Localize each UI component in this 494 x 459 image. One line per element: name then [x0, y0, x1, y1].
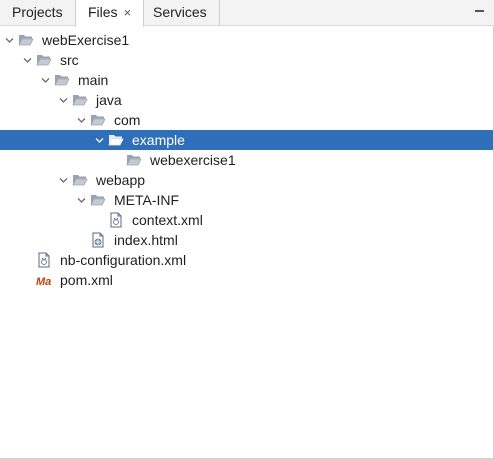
- tree-row[interactable]: Ma pom.xml: [0, 270, 494, 290]
- chevron-down-icon[interactable]: [77, 196, 86, 204]
- chevron-down-icon[interactable]: [41, 76, 50, 84]
- chevron-down-icon[interactable]: [59, 176, 68, 184]
- maven-file-icon: Ma: [36, 272, 52, 288]
- tree-item-label: example: [132, 132, 185, 148]
- tree-row[interactable]: webExercise1: [0, 30, 494, 50]
- chevron-down-icon[interactable]: [5, 36, 14, 44]
- chevron-down-icon[interactable]: [59, 96, 68, 104]
- minimize-icon[interactable]: [475, 10, 484, 12]
- tree-item-label: java: [96, 92, 122, 108]
- tree-row[interactable]: webexercise1: [0, 150, 494, 170]
- chevron-down-icon[interactable]: [23, 56, 32, 64]
- folder-open-icon: [18, 32, 34, 48]
- tree-row[interactable]: src: [0, 50, 494, 70]
- tab-services[interactable]: Services: [141, 0, 220, 26]
- tree-item-label: src: [60, 52, 79, 68]
- tree-item-label: pom.xml: [60, 272, 113, 288]
- tree-item-label: nb-configuration.xml: [60, 252, 187, 268]
- explorer-tab-bar: Projects Files × Services: [0, 0, 494, 27]
- tree-item-label: webapp: [96, 172, 146, 188]
- tree-item-label: webexercise1: [150, 152, 236, 168]
- tree-row[interactable]: java: [0, 90, 494, 110]
- folder-open-icon: [126, 152, 142, 168]
- tree-item-label: webExercise1: [42, 32, 130, 48]
- close-icon[interactable]: ×: [124, 0, 132, 25]
- tree-row[interactable]: example: [0, 130, 494, 150]
- tree-item-label: context.xml: [132, 212, 203, 228]
- tree-row[interactable]: nb-configuration.xml: [0, 250, 494, 270]
- folder-open-icon: [108, 132, 124, 148]
- tree-row[interactable]: index.html: [0, 230, 494, 250]
- tree-row[interactable]: com: [0, 110, 494, 130]
- tree-row[interactable]: META-INF: [0, 190, 494, 210]
- chevron-down-icon[interactable]: [95, 136, 104, 144]
- xml-file-icon: [36, 252, 52, 268]
- tree-item-label: main: [78, 72, 109, 88]
- tree-row[interactable]: context.xml: [0, 210, 494, 230]
- tab-projects[interactable]: Projects: [0, 0, 76, 26]
- tree-item-label: META-INF: [114, 192, 180, 208]
- tab-projects-label: Projects: [12, 4, 63, 20]
- folder-open-icon: [90, 192, 106, 208]
- xml-file-icon: [108, 212, 124, 228]
- tree-row[interactable]: main: [0, 70, 494, 90]
- svg-text:Ma: Ma: [36, 276, 51, 288]
- folder-open-icon: [36, 52, 52, 68]
- tree-item-label: com: [114, 112, 141, 128]
- tab-files[interactable]: Files ×: [75, 0, 145, 27]
- folder-open-icon: [54, 72, 70, 88]
- folder-open-icon: [72, 92, 88, 108]
- tab-services-label: Services: [153, 4, 207, 20]
- html-file-icon: [90, 232, 106, 248]
- tree-row[interactable]: webapp: [0, 170, 494, 190]
- tab-files-label: Files: [88, 4, 118, 20]
- folder-open-icon: [90, 112, 106, 128]
- chevron-down-icon[interactable]: [77, 116, 86, 124]
- folder-open-icon: [72, 172, 88, 188]
- tree-item-label: index.html: [114, 232, 178, 248]
